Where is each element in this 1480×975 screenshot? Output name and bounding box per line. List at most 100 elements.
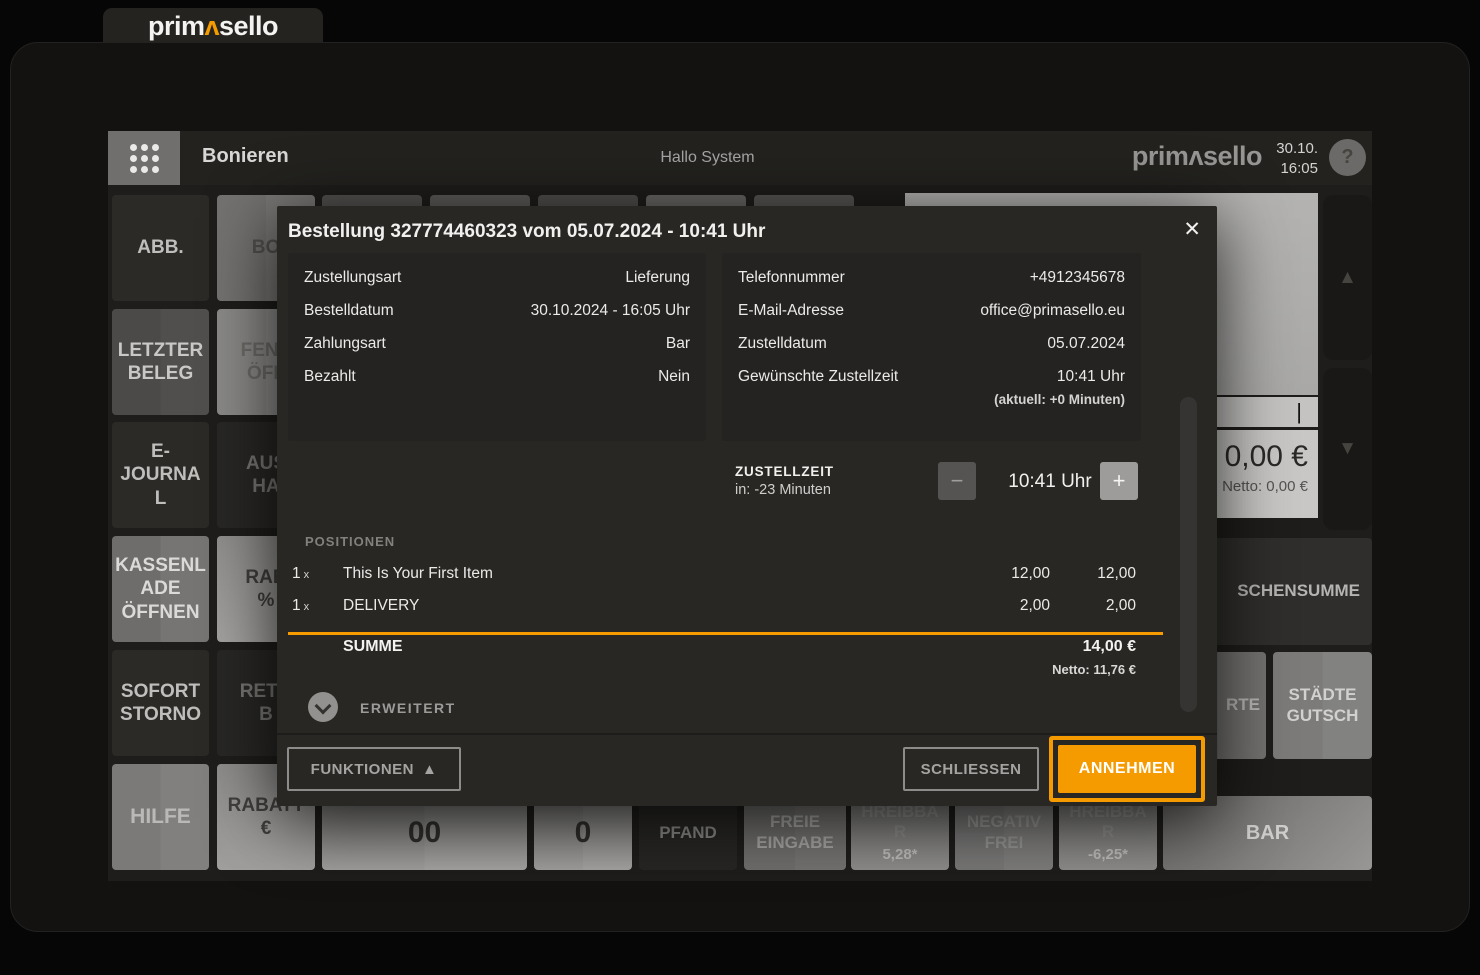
browser-tab[interactable]: primʌsello — [103, 8, 323, 44]
info-label: Zustellungsart — [304, 269, 402, 286]
chevron-down-icon[interactable] — [308, 692, 338, 722]
text-cursor: | — [1296, 399, 1302, 424]
help-button[interactable]: ? — [1329, 139, 1366, 176]
sum-netto: Netto: 11,76 € — [1052, 662, 1136, 677]
qty-mult: x — [303, 601, 310, 613]
info-label: Bestelldatum — [304, 302, 394, 319]
position-name: This Is Your First Item — [343, 565, 493, 582]
position-row[interactable]: 1x This Is Your First Item 12,00 12,00 — [277, 558, 1136, 590]
info-value: 30.10.2024 - 16:05 Uhr — [530, 302, 690, 319]
sidebar-item-e-journal[interactable]: E-JOURNA L — [112, 422, 209, 528]
order-dialog: Bestellung 327774460323 vom 05.07.2024 -… — [277, 206, 1217, 806]
button-label: SCHLIESSEN — [920, 760, 1022, 778]
arrow-up-icon: ▲ — [1338, 266, 1357, 288]
info-value: Nein — [658, 368, 690, 385]
button-sublabel: -6,25* — [1087, 846, 1129, 864]
button-label: 0 — [574, 815, 592, 849]
help-icon: ? — [1341, 146, 1354, 168]
plus-icon: + — [1112, 468, 1126, 493]
qty-value: 1 — [292, 565, 301, 582]
position-name: DELIVERY — [343, 597, 420, 614]
sum-label: SUMME — [343, 638, 403, 655]
freie-eingabe-button[interactable]: FREIE EINGABE — [744, 796, 846, 870]
menu-button[interactable] — [108, 131, 180, 185]
position-total-price: 2,00 — [1105, 597, 1136, 614]
brand-logo-mark: ʌ — [204, 10, 219, 41]
button-label: BAR — [1245, 821, 1290, 844]
button-label: HREIBBA R — [1069, 801, 1147, 842]
button-label: KASSENL ADE ÖFFNEN — [115, 555, 206, 623]
negativ-frei-button[interactable]: NEGATIV FREI — [955, 796, 1053, 870]
zustellzeit-value: 10:41 Uhr — [1008, 471, 1092, 492]
arrow-down-icon: ▼ — [1338, 438, 1357, 459]
order-info-panel-right: Telefonnummer +4912345678 E-Mail-Adresse o… — [722, 253, 1141, 441]
keypad-0-button[interactable]: 0 — [534, 796, 632, 870]
info-label: Bezahlt — [304, 368, 356, 385]
button-label: RTE — [1226, 695, 1260, 715]
annehmen-button-ring[interactable]: ANNEHMEN — [1049, 736, 1205, 802]
button-label: NEGATIV FREI — [966, 812, 1042, 852]
scroll-down-button[interactable]: ▼ — [1323, 368, 1372, 530]
position-total-price: 12,00 — [1097, 565, 1136, 582]
button-label: PFAND — [659, 822, 717, 842]
keypad-00-button[interactable]: 00 — [322, 796, 527, 870]
button-label: FUNKTIONEN — [310, 760, 414, 778]
button-sublabel: 5,28* — [882, 846, 918, 864]
pfand-button[interactable]: PFAND — [639, 796, 737, 870]
sidebar-item-kassenlade-oeffnen[interactable]: KASSENL ADE ÖFFNEN — [112, 536, 209, 642]
info-label: Zahlungsart — [304, 335, 386, 352]
brand-logo-post: sello — [219, 10, 279, 41]
position-unit-price: 12,00 — [1011, 565, 1050, 582]
bar-payment-button[interactable]: BAR — [1163, 796, 1372, 870]
staedtegutschein-button[interactable]: STÄDTE GUTSCH — [1273, 652, 1372, 759]
qty-mult: x — [303, 569, 310, 581]
info-label: Zustelldatum — [738, 335, 827, 352]
button-label: ABB. — [137, 237, 184, 259]
position-row[interactable]: 1x DELIVERY 2,00 2,00 — [277, 590, 1136, 622]
info-value: +4912345678 — [1029, 269, 1125, 286]
order-info-panel-left: Zustellungsart Lieferung Bestelldatum 30.1… — [288, 253, 706, 441]
funktionen-button[interactable]: FUNKTIONEN ▲ — [287, 747, 461, 791]
position-unit-price: 2,00 — [1019, 597, 1050, 614]
sum-value: 14,00 € — [1082, 638, 1136, 655]
brand-logo-pre: prim — [147, 10, 205, 41]
arrow-up-icon: ▲ — [421, 760, 438, 778]
info-value: office@primasello.eu — [980, 302, 1125, 319]
header-brand-logo: primʌsello — [1100, 141, 1263, 172]
schreibbar-button-1[interactable]: HREIBBA R 5,28* — [851, 796, 949, 870]
schreibbar-button-2[interactable]: HREIBBA R -6,25* — [1059, 796, 1157, 870]
info-label: Gewünschte Zustellzeit — [738, 368, 899, 385]
erweitert-label[interactable]: ERWEITERT — [360, 700, 456, 716]
schliessen-button[interactable]: SCHLIESSEN — [903, 747, 1039, 791]
button-label: BO — [251, 237, 281, 259]
zustellzeit-labels: ZUSTELLZEIT in: -23 Minuten — [735, 464, 834, 498]
minus-icon: − — [950, 468, 964, 493]
page-title: Bonieren — [202, 145, 289, 167]
close-icon[interactable]: ✕ — [1183, 217, 1201, 242]
positions-list: 1x This Is Your First Item 12,00 12,00 1… — [277, 558, 1136, 622]
annehmen-button[interactable]: ANNEHMEN — [1058, 745, 1196, 793]
sidebar-item-letzter-beleg[interactable]: LETZTER BELEG — [112, 309, 209, 415]
datetime: 30.10. 16:05 — [1268, 139, 1318, 178]
info-label: E-Mail-Adresse — [738, 302, 844, 319]
dialog-scrollbar[interactable] — [1180, 397, 1197, 712]
sidebar-item-sofort-storno[interactable]: SOFORT STORNO — [112, 650, 209, 756]
button-label: SOFORT STORNO — [120, 680, 201, 725]
brand-logo: primʌsello — [147, 10, 279, 42]
button-label: ANNEHMEN — [1078, 760, 1176, 777]
button-label: HREIBBA R — [861, 801, 939, 842]
zustellzeit-label: ZUSTELLZEIT — [735, 464, 834, 479]
qty-value: 1 — [292, 597, 301, 614]
positions-heading: POSITIONEN — [305, 534, 396, 549]
time-plus-button[interactable]: + — [1100, 462, 1138, 500]
button-label: E-JOURNA L — [120, 441, 201, 509]
date-text: 30.10. — [1276, 140, 1318, 157]
time-text: 16:05 — [1280, 159, 1318, 177]
time-minus-button[interactable]: − — [938, 462, 976, 500]
header-brand-post: sello — [1202, 141, 1263, 171]
scroll-up-button[interactable]: ▲ — [1323, 195, 1372, 360]
sidebar-item-hilfe[interactable]: HILFE — [112, 764, 209, 870]
info-value: Lieferung — [625, 269, 690, 286]
button-label: 00 — [407, 815, 442, 849]
sidebar-item-abbruch[interactable]: ABB. — [112, 195, 209, 301]
